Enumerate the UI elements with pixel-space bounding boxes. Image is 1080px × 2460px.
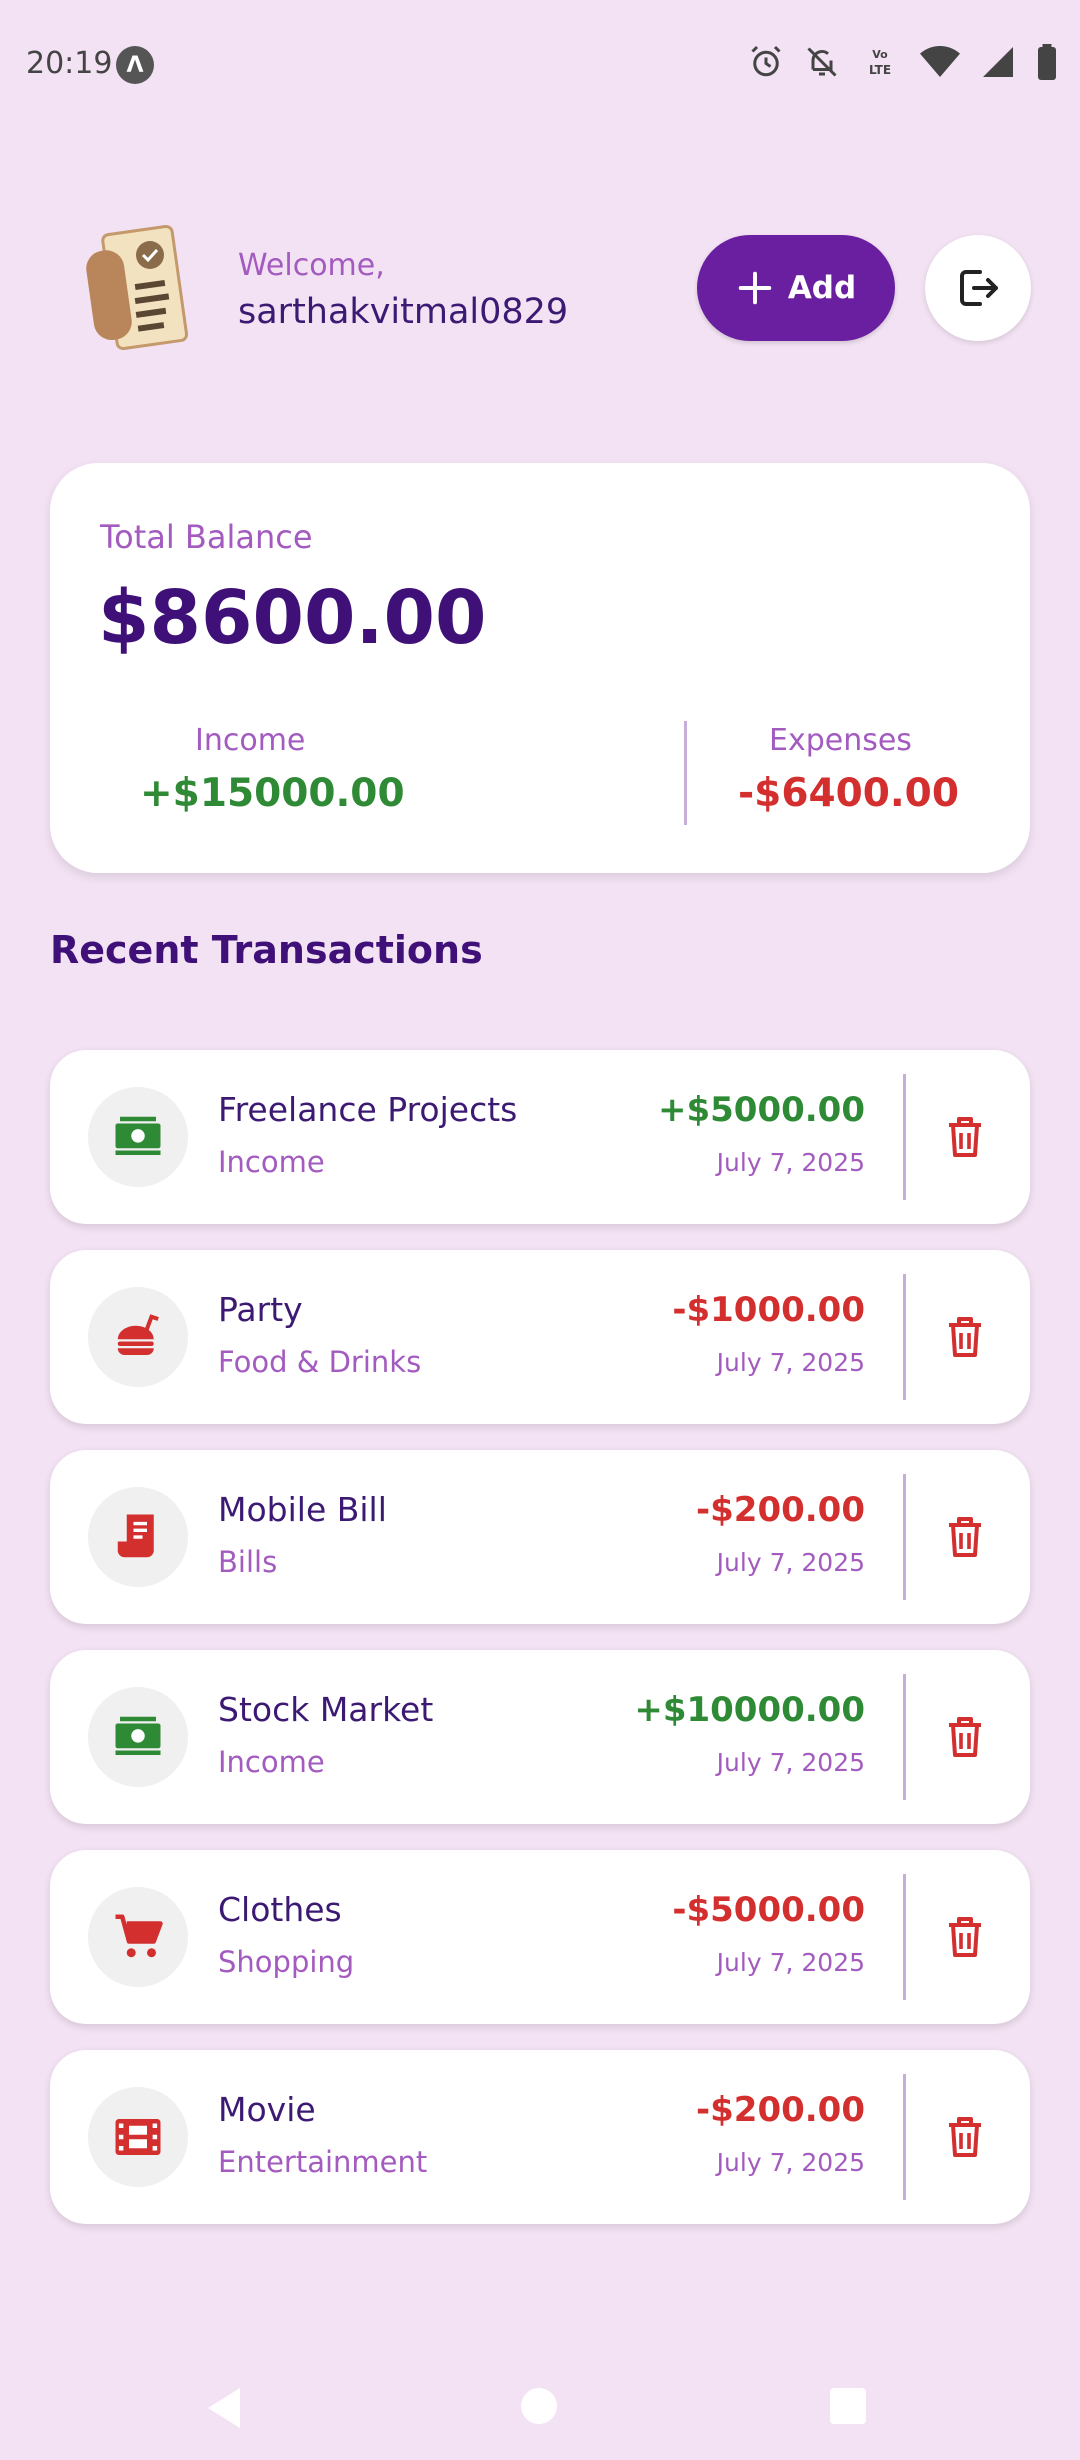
svg-text:LTE: LTE [869, 63, 891, 77]
transaction-category: Food & Drinks [218, 1345, 422, 1379]
expenses-label: Expenses [769, 723, 912, 758]
signal-icon [983, 47, 1013, 77]
trash-icon [949, 2117, 981, 2157]
transaction-date: July 7, 2025 [716, 1148, 865, 1177]
delete-button[interactable] [930, 1502, 1000, 1572]
transaction-amount: -$5000.00 [672, 1890, 865, 1930]
transaction-divider [903, 1874, 906, 2000]
recent-apps-icon[interactable] [830, 2388, 866, 2424]
receipt-icon [117, 1514, 154, 1558]
transaction-icon-badge [88, 1287, 188, 1387]
transaction-category: Shopping [218, 1945, 355, 1979]
trash-icon [949, 1117, 981, 1157]
status-bar: 20:19 Λ Vo LTE [0, 0, 1080, 130]
total-balance-label: Total Balance [100, 518, 313, 556]
status-time: 20:19 [26, 46, 113, 81]
transaction-icon-badge [88, 1887, 188, 1987]
receipt-logo-icon [86, 224, 189, 351]
transaction-item[interactable]: Party Food & Drinks -$1000.00 July 7, 20… [50, 1250, 1030, 1424]
battery-icon [1038, 44, 1056, 80]
transaction-category: Income [218, 1145, 325, 1179]
add-button[interactable]: Add [697, 235, 895, 341]
add-button-label: Add [787, 270, 857, 306]
money-icon [115, 1716, 161, 1755]
transaction-date: July 7, 2025 [716, 2148, 865, 2177]
transaction-icon-badge [88, 2087, 188, 2187]
transaction-icon-badge [88, 1687, 188, 1787]
trash-icon [949, 1717, 981, 1757]
trash-icon [949, 1317, 981, 1357]
transaction-amount: -$200.00 [696, 1490, 865, 1530]
transaction-date: July 7, 2025 [716, 1748, 865, 1777]
transaction-title: Movie [218, 2090, 316, 2129]
transaction-amount: +$10000.00 [634, 1690, 865, 1730]
food-icon [117, 1314, 159, 1355]
transaction-divider [903, 1074, 906, 1200]
home-icon[interactable] [521, 2388, 557, 2424]
transaction-date: July 7, 2025 [716, 1348, 865, 1377]
transaction-item[interactable]: Stock Market Income +$10000.00 July 7, 2… [50, 1650, 1030, 1824]
balance-divider [684, 721, 687, 825]
transaction-icon-badge [88, 1087, 188, 1187]
transaction-title: Party [218, 1290, 303, 1329]
logout-icon [960, 270, 998, 306]
delete-button[interactable] [930, 1102, 1000, 1172]
transaction-amount: +$5000.00 [657, 1090, 865, 1130]
transaction-amount: -$1000.00 [672, 1290, 865, 1330]
transaction-date: July 7, 2025 [716, 1948, 865, 1977]
welcome-label: Welcome, [238, 248, 385, 283]
transaction-date: July 7, 2025 [716, 1548, 865, 1577]
transaction-category: Income [218, 1745, 325, 1779]
system-navigation-bar [0, 2350, 1080, 2460]
delete-button[interactable] [930, 1902, 1000, 1972]
transaction-title: Mobile Bill [218, 1490, 387, 1529]
delete-button[interactable] [930, 1302, 1000, 1372]
transaction-divider [903, 1674, 906, 1800]
balance-card: Total Balance $8600.00 Income +$15000.00… [50, 463, 1030, 873]
transaction-divider [903, 1274, 906, 1400]
wifi-icon [920, 46, 960, 77]
transaction-item[interactable]: Freelance Projects Income +$5000.00 July… [50, 1050, 1030, 1224]
delete-button[interactable] [930, 1702, 1000, 1772]
money-icon [115, 1116, 161, 1155]
status-icons: Vo LTE [748, 44, 1058, 80]
transaction-divider [903, 2074, 906, 2200]
logout-button[interactable] [925, 235, 1031, 341]
transaction-list: Freelance Projects Income +$5000.00 July… [50, 1050, 1030, 2250]
income-label: Income [195, 723, 306, 758]
trash-icon [949, 1517, 981, 1557]
back-icon[interactable] [204, 2386, 244, 2430]
transaction-title: Freelance Projects [218, 1090, 518, 1129]
cart-icon [115, 1914, 163, 1958]
header: Welcome, sarthakvitmal0829 Add [0, 220, 1080, 360]
transaction-title: Clothes [218, 1890, 342, 1929]
transaction-item[interactable]: Mobile Bill Bills -$200.00 July 7, 2025 [50, 1450, 1030, 1624]
alarm-icon [751, 45, 781, 77]
svg-text:Vo: Vo [872, 48, 888, 61]
expenses-amount: -$6400.00 [738, 771, 959, 816]
transaction-amount: -$200.00 [696, 2090, 865, 2130]
delete-button[interactable] [930, 2102, 1000, 2172]
volte-icon: Vo LTE [869, 48, 891, 77]
mute-icon [807, 47, 837, 77]
film-icon [115, 2119, 161, 2155]
username: sarthakvitmal0829 [238, 292, 569, 332]
income-amount: +$15000.00 [140, 771, 405, 816]
trash-icon [949, 1917, 981, 1957]
transaction-category: Entertainment [218, 2145, 428, 2179]
app-notification-icon: Λ [116, 46, 154, 84]
transaction-divider [903, 1474, 906, 1600]
recent-transactions-title: Recent Transactions [50, 928, 483, 972]
transaction-item[interactable]: Clothes Shopping -$5000.00 July 7, 2025 [50, 1850, 1030, 2024]
transaction-icon-badge [88, 1487, 188, 1587]
plus-icon [738, 271, 772, 305]
transaction-category: Bills [218, 1545, 278, 1579]
transaction-title: Stock Market [218, 1690, 434, 1729]
transaction-item[interactable]: Movie Entertainment -$200.00 July 7, 202… [50, 2050, 1030, 2224]
total-balance-amount: $8600.00 [98, 575, 487, 661]
